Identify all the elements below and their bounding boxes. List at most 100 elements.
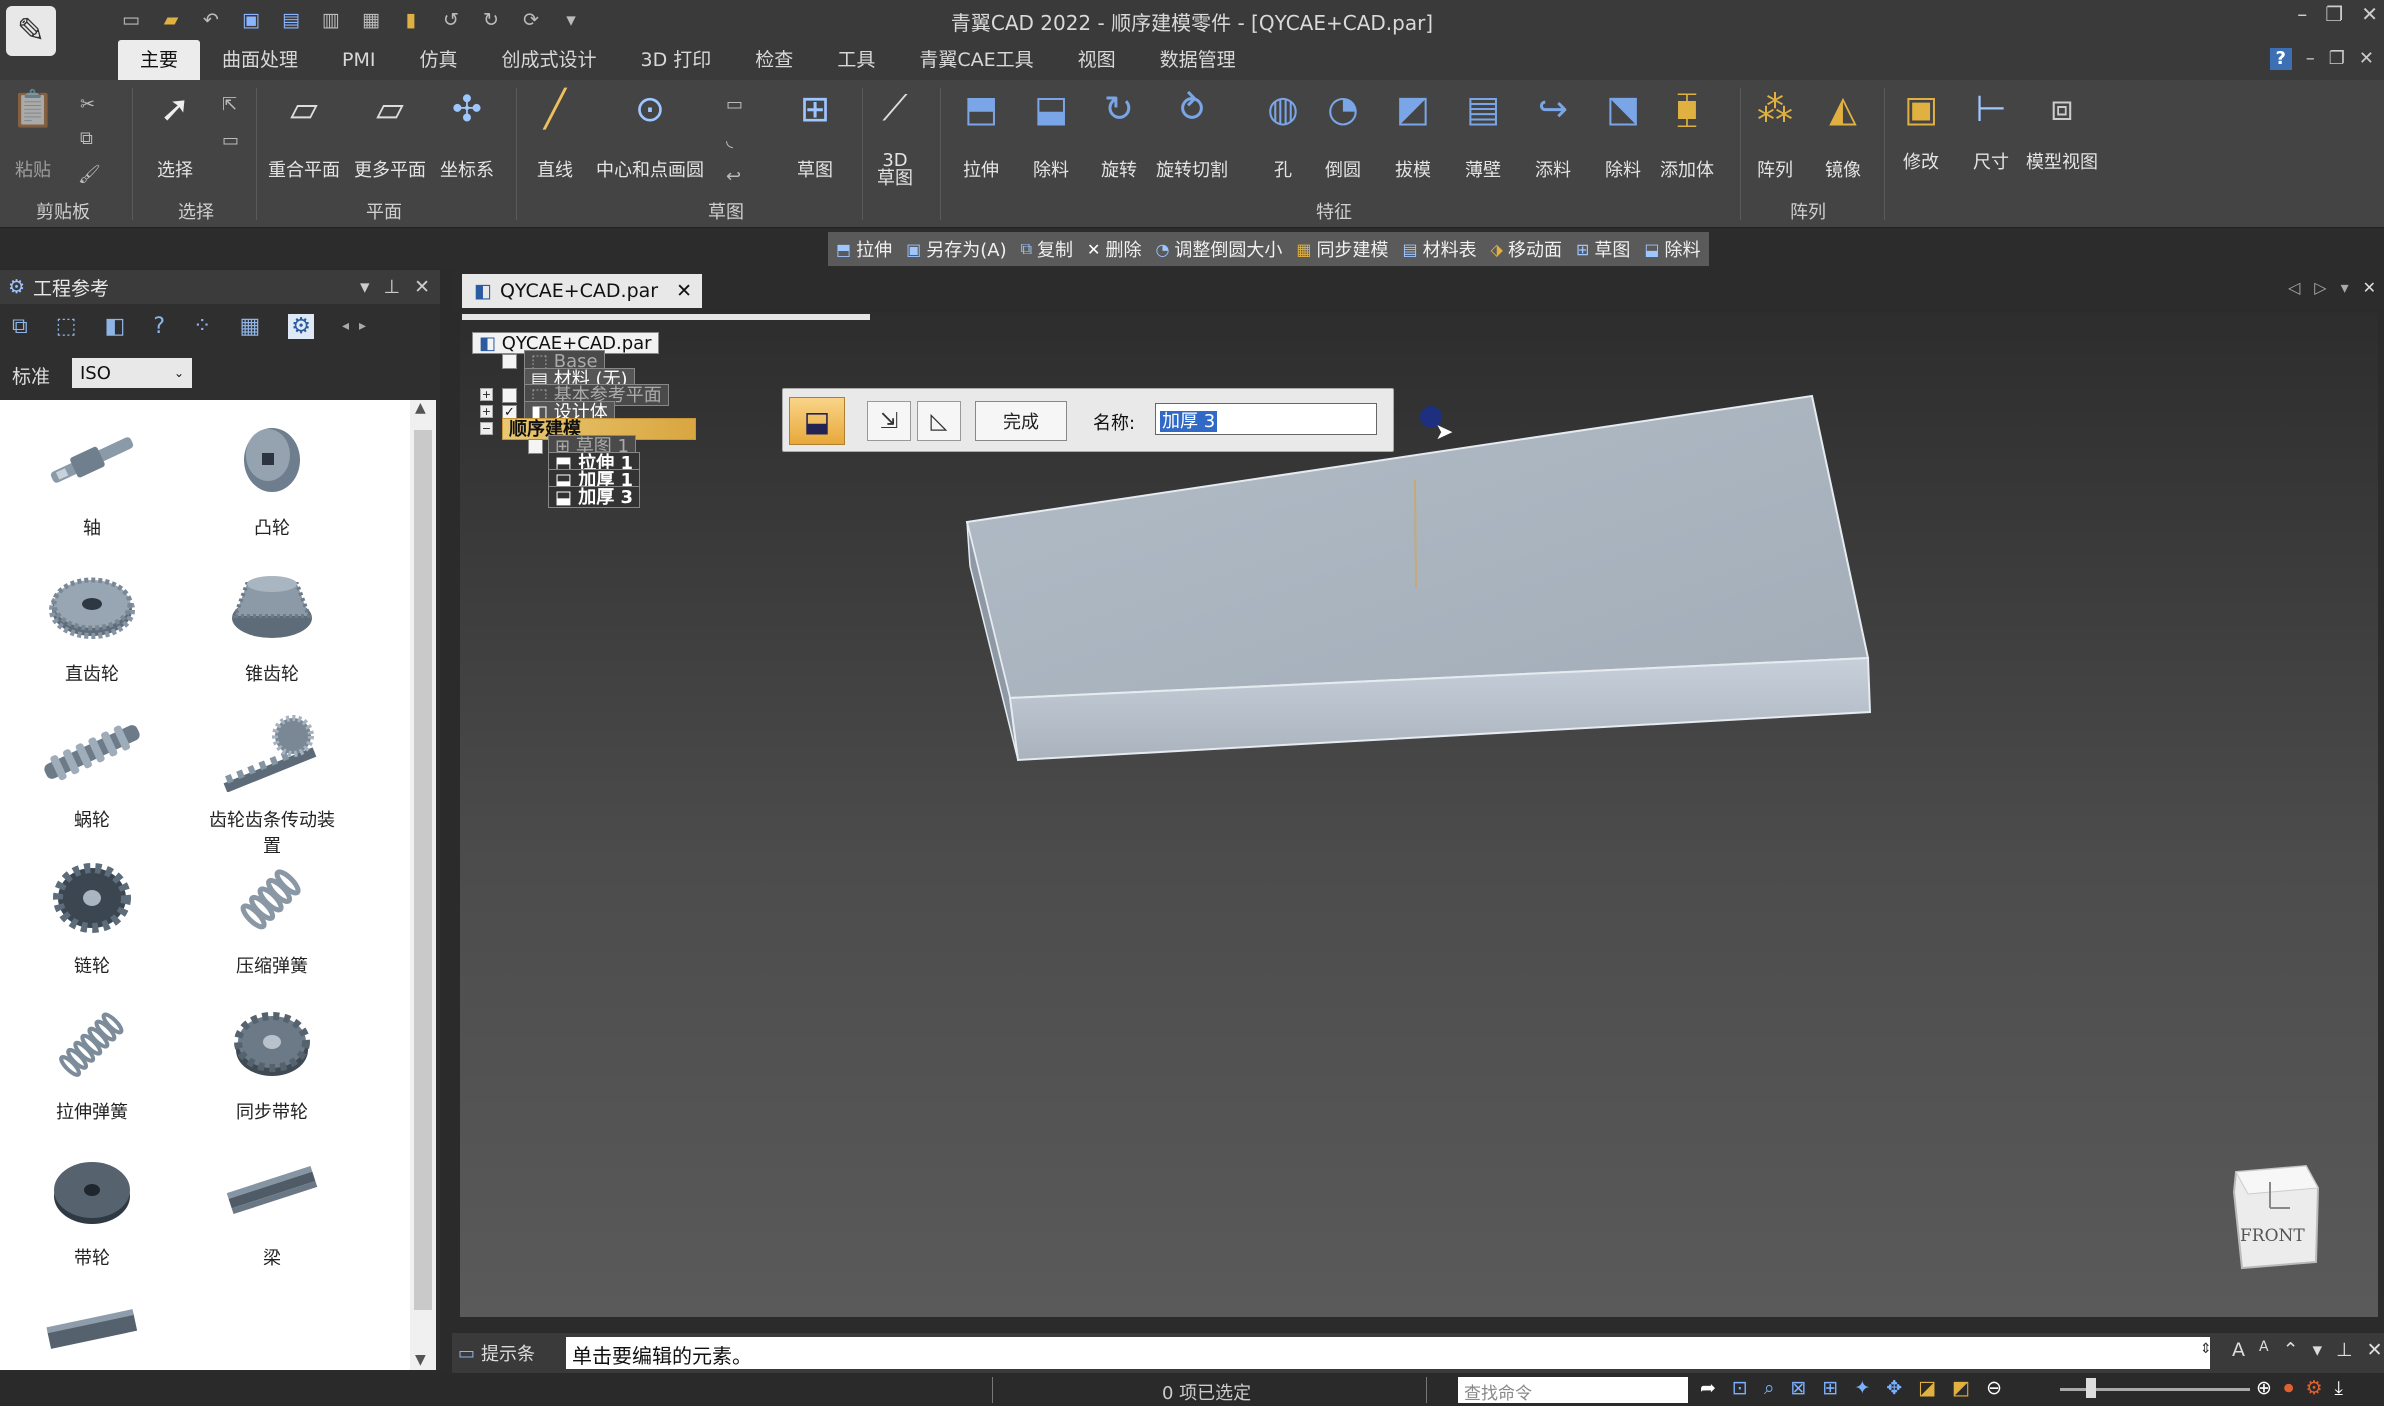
help-doc-icon[interactable]: ? [153,314,165,339]
revolve-cut-button[interactable]: ⥁ 旋转切割 [1156,86,1228,182]
cut-button[interactable]: ⬓ 除料 [1028,86,1074,182]
side-step-icon[interactable]: ◺ [917,401,961,441]
select-step-icon[interactable]: ⇲ [867,401,911,441]
font-larger-icon[interactable]: A [2232,1339,2245,1361]
cmd-delete[interactable]: ✕ 删除 [1087,236,1141,262]
coordinate-system-button[interactable]: ✣ 坐标系 [440,86,494,182]
thicken-feature-icon[interactable]: ⬓ [789,397,845,445]
done-button[interactable]: 完成 [975,401,1067,441]
document-tab[interactable]: ◧ QYCAE+CAD.par ✕ [462,274,702,308]
center-circle-button[interactable]: ⊙ 中心和点画圆 [596,86,704,182]
tree-thicken-3[interactable]: ⬓ 加厚 3 [548,486,641,508]
round-button[interactable]: ◔ 倒圆 [1320,86,1366,182]
command-search-input[interactable]: 查找命令 [1458,1377,1688,1404]
pattern-button[interactable]: ⁂ 阵列 [1752,86,1798,182]
download-icon[interactable]: ⤓ [2334,1377,2342,1399]
open-icon[interactable]: ▮ [398,7,424,33]
cmd-copy[interactable]: ⧉ 复制 [1021,236,1073,262]
draft-button[interactable]: ◩ 拔模 [1390,86,1436,182]
tab-inspect[interactable]: 检查 [733,40,815,80]
save-all-icon[interactable]: ▤ [278,7,304,33]
pan-icon[interactable]: ⊞ [1822,1377,1838,1399]
sketch-3d-button[interactable]: ⟋ 3D 草图 [872,86,918,188]
customize-dropdown-icon[interactable]: ▾ [558,7,584,33]
thicken-sketch-line[interactable] [1414,479,1417,589]
tab-pmi[interactable]: PMI [320,40,397,80]
panel-close-icon[interactable]: ✕ [414,276,430,298]
view-cube[interactable]: FRONT [2230,1162,2322,1272]
part-pulley[interactable]: 带轮 [22,1140,162,1270]
extrude-button[interactable]: ⬒ 拉伸 [958,86,1004,182]
record-icon[interactable]: ⏺ [2284,1377,2294,1399]
dropdown-icon[interactable]: ▾ [2313,1339,2323,1361]
more-planes-button[interactable]: ▱ 更多平面 [354,86,426,182]
tab-close-all-icon[interactable]: ✕ [2363,278,2376,297]
part-sprocket[interactable]: 链轮 [22,848,162,978]
cmd-sketch[interactable]: ⊞ 草图 [1576,236,1630,262]
collapse-sequential-icon[interactable]: − [480,422,493,435]
fillet-icon[interactable]: ↩ [726,166,741,187]
tab-main[interactable]: 主要 [118,40,201,80]
tab-generative-design[interactable]: 创成式设计 [480,40,619,80]
tab-tools[interactable]: 工具 [815,40,897,80]
select-box-icon[interactable]: ▭ [222,130,239,151]
expand-ref-planes-icon[interactable]: + [480,388,493,401]
rotate-icon[interactable]: ✦ [1854,1377,1870,1399]
restore-button[interactable]: ❐ [2325,2,2343,26]
view-orient-icon[interactable]: ✥ [1886,1377,1902,1399]
standard-select[interactable]: ISO ⌄ [72,358,192,388]
ribbon-close-icon[interactable]: ✕ [2359,48,2374,70]
part-extra-profile[interactable] [22,1280,162,1384]
new-file-icon[interactable]: ▭ [118,7,144,33]
cmd-material-table[interactable]: ▤ 材料表 [1403,236,1477,262]
grid-dots-icon[interactable]: ⁘ [193,314,211,339]
scrollbar-thumb[interactable] [414,430,432,1310]
tab-view[interactable]: 视图 [1056,40,1138,80]
tab-surfacing[interactable]: 曲面处理 [200,40,320,80]
tab-3d-print[interactable]: 3D 打印 [619,40,734,80]
scroll-down-icon[interactable]: ▼ [415,1352,426,1368]
expand-up-icon[interactable]: ⌃ [2283,1339,2299,1361]
cmd-extrude[interactable]: ⬒ 拉伸 [836,236,892,262]
feature-name-input[interactable]: 加厚 3 [1155,403,1377,435]
line-button[interactable]: ╱ 直线 [532,86,578,182]
part-shaft[interactable]: 轴 [22,410,162,540]
hole-button[interactable]: ◍ 孔 [1260,86,1306,182]
font-smaller-icon[interactable]: A [2259,1339,2269,1361]
part-cam[interactable]: 凸轮 [202,410,342,540]
print-icon[interactable]: ▥ [318,7,344,33]
part-worm[interactable]: 蜗轮 [22,702,162,832]
ref-planes-checkbox[interactable] [502,388,517,403]
part-rack-pinion[interactable]: 齿轮齿条传动装置 [202,702,342,858]
ribbon-minimize-icon[interactable]: – [2306,48,2315,70]
prompt-close-icon[interactable]: ✕ [2367,1339,2383,1361]
pin-icon[interactable]: ⊥ [2336,1339,2353,1361]
help-icon[interactable]: ? [2269,48,2292,70]
remove-material-button[interactable]: ⬔ 除料 [1600,86,1646,182]
gear-tab-icon[interactable]: ⚙ [288,313,314,339]
part-compression-spring[interactable]: 压缩弹簧 [202,848,342,978]
tab-cae-tools[interactable]: 青翼CAE工具 [897,40,1055,80]
tab-data-management[interactable]: 数据管理 [1138,40,1258,80]
zoom-area-icon[interactable]: ⊡ [1732,1377,1748,1399]
ribbon-restore-icon[interactable]: ❐ [2329,48,2345,70]
settings-icon[interactable]: ⚙ [2305,1377,2322,1399]
sketch-button[interactable]: ⊞ 草图 [792,86,838,182]
revolve-button[interactable]: ↻ 旋转 [1096,86,1142,182]
command-arrow-icon[interactable]: ➦ [1700,1377,1716,1399]
repeat-icon[interactable]: ⟳ [518,7,544,33]
cmd-synchronous[interactable]: ▦ 同步建模 [1296,236,1388,262]
modify-button[interactable]: ▣ 修改 [1898,86,1944,174]
zoom-in-icon[interactable]: ⊕ [2256,1377,2272,1399]
display-mode-icon[interactable]: ◩ [1952,1377,1970,1399]
layers-icon[interactable]: ◧ [105,314,126,339]
part-beam[interactable]: 梁 [202,1140,342,1270]
model-view-button[interactable]: ⧈ 模型视图 [2026,86,2098,174]
tab-next-icon[interactable]: ▷ [2314,278,2326,297]
redo-arrow-icon[interactable]: ↻ [478,7,504,33]
next-arrow-icon[interactable]: ▸ [359,318,366,334]
panel-dropdown-icon[interactable]: ▾ [360,276,370,298]
minimize-button[interactable]: – [2297,2,2307,26]
features-icon[interactable]: ⬚ [56,314,77,339]
tab-list-icon[interactable]: ▾ [2341,278,2349,297]
